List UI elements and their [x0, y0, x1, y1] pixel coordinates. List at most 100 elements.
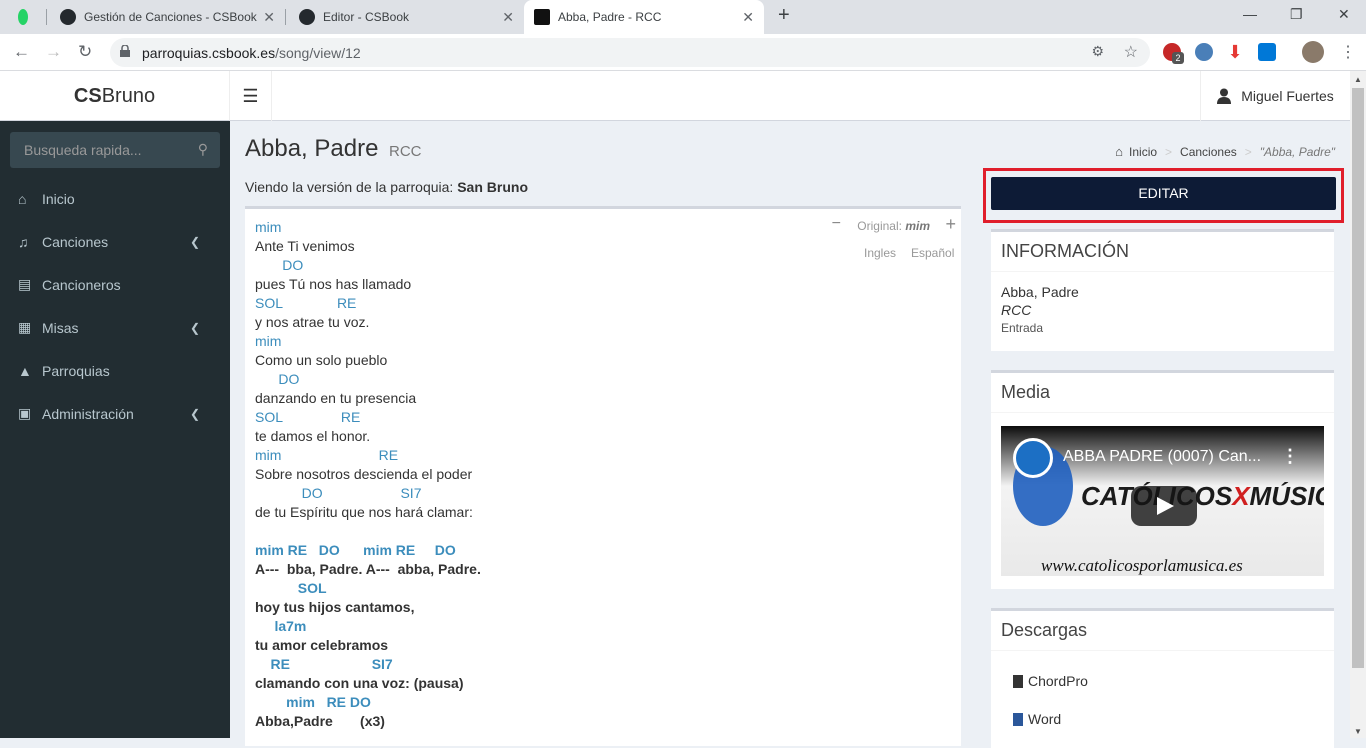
- address-bar: ← → ↻ parroquias.csbook.es/song/view/12 …: [0, 34, 1366, 71]
- breadcrumb-section[interactable]: Canciones: [1180, 145, 1237, 159]
- tab-gestion[interactable]: Gestión de Canciones - CSBook ✕: [50, 0, 285, 34]
- breadcrumb-current: "Abba, Padre": [1259, 144, 1335, 159]
- downloads-heading: Descargas: [991, 611, 1334, 651]
- download-arrow-icon[interactable]: ⬇: [1226, 43, 1244, 61]
- extension-badge: 2: [1172, 52, 1184, 64]
- info-category: Entrada: [1001, 321, 1044, 335]
- video-title[interactable]: ABBA PADRE (0007) Can...: [1063, 448, 1261, 466]
- sidebar-item-label: Parroquias: [42, 362, 110, 379]
- tab-label: Abba, Padre - RCC: [558, 10, 662, 24]
- downloads-box: Descargas ChordPro Word: [991, 608, 1334, 748]
- more-vert-icon[interactable]: ⋮: [1281, 446, 1299, 467]
- tab-editor[interactable]: Editor - CSBook ✕: [289, 0, 524, 34]
- new-tab-icon[interactable]: +: [778, 4, 790, 27]
- chord-line: DO: [255, 257, 304, 273]
- back-icon[interactable]: ←: [13, 42, 30, 62]
- bookmark-star-icon[interactable]: ☆: [1124, 42, 1138, 62]
- close-icon[interactable]: ✕: [502, 9, 514, 26]
- info-title: Abba, Padre: [1001, 284, 1079, 300]
- scrollbar-thumb[interactable]: [1352, 88, 1364, 668]
- media-box: Media ABBA PADRE (0007) Can... ⋮ CATÓLIC…: [991, 370, 1334, 589]
- page-title: Abba, Padre: [245, 135, 379, 162]
- version-prefix: Viendo la versión de la parroquia:: [245, 179, 454, 195]
- tab-label: Editor - CSBook: [323, 10, 410, 24]
- chord-line: SOL RE: [255, 295, 357, 311]
- lang-spanish-link[interactable]: Español: [911, 246, 954, 260]
- sidebar-item-cancioneros[interactable]: ▤ Cancioneros: [0, 263, 230, 306]
- minimize-icon[interactable]: —: [1243, 6, 1257, 22]
- lyric-line: Abba,Padre (x3): [255, 713, 385, 729]
- sidebar-item-label: Cancioneros: [42, 276, 121, 293]
- github-icon: [299, 9, 315, 25]
- window-close-icon[interactable]: ✕: [1338, 6, 1350, 23]
- download-word-link[interactable]: Word: [1013, 711, 1061, 727]
- chord-line: RE SI7: [255, 656, 393, 672]
- channel-avatar[interactable]: [1013, 438, 1053, 478]
- lang-english-link[interactable]: Ingles: [864, 246, 896, 260]
- info-heading: INFORMACIÓN: [991, 232, 1334, 272]
- download-label: ChordPro: [1028, 673, 1088, 689]
- user-name: Miguel Fuertes: [1241, 88, 1334, 104]
- reload-icon[interactable]: ↻: [78, 42, 92, 62]
- video-url-text: www.catolicosporlamusica.es: [1041, 556, 1243, 575]
- chord-line: DO SI7: [255, 485, 422, 501]
- close-icon[interactable]: ✕: [742, 9, 754, 26]
- lyric-line: de tu Espíritu que nos hará clamar:: [255, 504, 473, 520]
- windows-extension-icon[interactable]: [1258, 43, 1276, 61]
- extension-icon[interactable]: [1195, 43, 1213, 61]
- translate-icon[interactable]: ⚙: [1091, 43, 1104, 60]
- scroll-down-icon[interactable]: ▼: [1354, 727, 1362, 736]
- sidebar-item-inicio[interactable]: ⌂ Inicio: [0, 177, 230, 220]
- sidebar-item-label: Inicio: [42, 190, 75, 207]
- download-chordpro-link[interactable]: ChordPro: [1013, 673, 1088, 689]
- sidebar-item-misas[interactable]: ▦ Misas ❮: [0, 306, 230, 349]
- user-menu[interactable]: Miguel Fuertes: [1200, 71, 1350, 121]
- word-file-icon: [1013, 712, 1023, 726]
- tab-whatsapp[interactable]: [8, 0, 46, 34]
- search-icon[interactable]: ⚲: [198, 141, 208, 158]
- transpose-down-button[interactable]: −: [832, 215, 841, 233]
- music-icon: ♫: [18, 233, 29, 250]
- calendar-icon: ▦: [18, 319, 32, 335]
- sidebar-item-label: Administración: [42, 405, 134, 422]
- book-icon: ▤: [18, 276, 32, 292]
- lyric-line: tu amor celebramos: [255, 637, 389, 653]
- forward-icon[interactable]: →: [45, 42, 62, 62]
- youtube-video[interactable]: ABBA PADRE (0007) Can... ⋮ CATÓLICOSXMÚS…: [1001, 426, 1324, 576]
- lock-icon: [120, 45, 130, 57]
- lyric-line: Como un solo pueblo: [255, 352, 388, 368]
- briefcase-icon: ▣: [18, 405, 32, 421]
- lyric-line: te damos el honor.: [255, 428, 371, 444]
- version-parish: San Bruno: [457, 179, 528, 195]
- chord-line: SOL RE: [255, 409, 361, 425]
- sidebar-item-parroquias[interactable]: ▲ Parroquias: [0, 349, 230, 392]
- close-icon[interactable]: ✕: [263, 9, 275, 26]
- browser-menu-icon[interactable]: ⋮: [1340, 42, 1356, 62]
- video-brand: CATÓLICOSXMÚSICA: [1081, 481, 1324, 511]
- sidebar-toggle-icon[interactable]: ☰: [230, 71, 272, 121]
- home-icon: ⌂: [1115, 144, 1124, 159]
- page-scrollbar[interactable]: ▲ ▼: [1350, 71, 1366, 738]
- edit-button[interactable]: EDITAR: [991, 177, 1336, 210]
- original-key: Original: mim: [857, 219, 930, 233]
- lyric-line: Sobre nosotros descienda el poder: [255, 466, 473, 482]
- transpose-up-button[interactable]: +: [945, 214, 956, 235]
- search-input[interactable]: [10, 132, 190, 168]
- lyric-line: Ante Ti venimos: [255, 238, 355, 254]
- maximize-icon[interactable]: ❐: [1290, 6, 1303, 23]
- scroll-up-icon[interactable]: ▲: [1354, 75, 1362, 84]
- sidebar-item-administracion[interactable]: ▣ Administración ❮: [0, 392, 230, 435]
- breadcrumb-home[interactable]: Inicio: [1129, 145, 1157, 159]
- sidebar: ⚲ ⌂ Inicio ♫ Canciones ❮ ▤ Cancioneros ▦…: [0, 121, 230, 738]
- chevron-left-icon: ❮: [189, 234, 200, 249]
- profile-avatar[interactable]: [1302, 41, 1324, 63]
- play-button[interactable]: [1131, 486, 1197, 526]
- sidebar-search: ⚲: [10, 132, 220, 168]
- lyric-line: danzando en tu presencia: [255, 390, 417, 406]
- url-field[interactable]: parroquias.csbook.es/song/view/12 ⚙ ☆: [110, 38, 1150, 67]
- tab-abba-padre[interactable]: Abba, Padre - RCC ✕: [524, 0, 764, 34]
- chord-line: mim: [255, 219, 282, 235]
- page-subtitle: RCC: [389, 143, 422, 160]
- sidebar-item-canciones[interactable]: ♫ Canciones ❮: [0, 220, 230, 263]
- app-logo[interactable]: CSBruno: [0, 71, 230, 121]
